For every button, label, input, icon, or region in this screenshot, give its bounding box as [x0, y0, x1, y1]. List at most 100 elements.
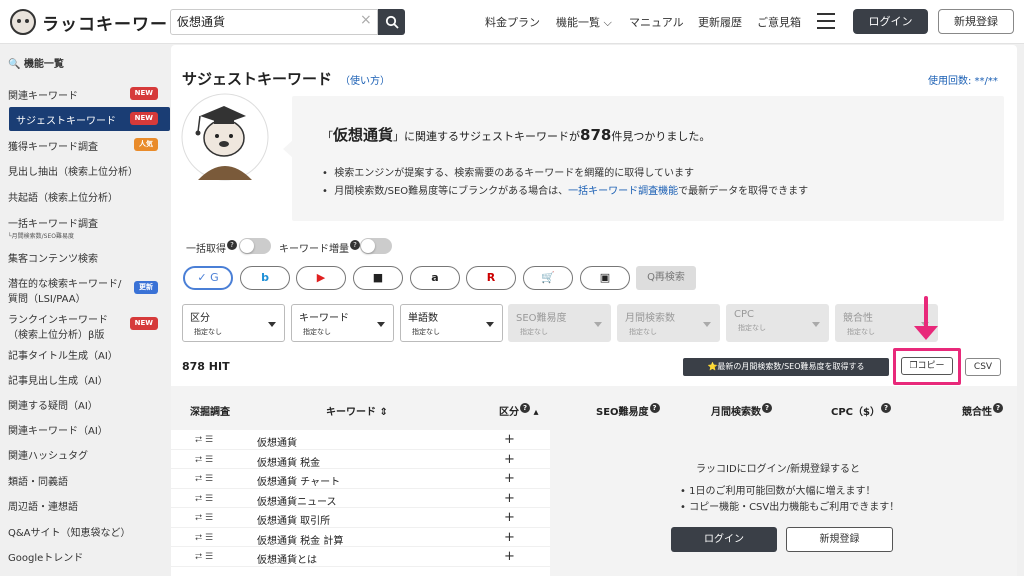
sidebar-item-heading-extract[interactable]: 見出し抽出（検索上位分析） — [0, 163, 170, 178]
research-button[interactable]: Q再検索 — [636, 266, 696, 290]
drill-icon[interactable]: ⮂ ☰ — [195, 552, 213, 562]
drill-icon[interactable]: ⮂ ☰ — [195, 474, 213, 484]
table-row: ⮂ ☰ 仮想通貨とは + — [171, 547, 550, 567]
fetch-latest-data-button[interactable]: ⭐最新の月間検索数/SEO難易度を取得する — [683, 358, 889, 376]
add-icon[interactable]: + — [504, 510, 515, 525]
new-badge: NEW — [129, 317, 158, 330]
sidebar-item-related-keywords[interactable]: 関連キーワード NEW — [0, 87, 170, 102]
drill-icon[interactable]: ⮂ ☰ — [195, 533, 213, 543]
sidebar-item-qa-sites[interactable]: Q&Aサイト（知恵袋など） — [0, 524, 170, 539]
csv-button[interactable]: CSV — [965, 358, 1001, 376]
hamburger-menu-icon[interactable] — [817, 13, 835, 29]
speech-bubble-tail — [283, 140, 293, 158]
col-cpc: CPC（$）? — [831, 403, 891, 418]
search-input[interactable]: 仮想通貨 — [170, 9, 378, 35]
add-icon[interactable]: + — [504, 491, 515, 506]
nav-feedback[interactable]: ご意見箱 — [757, 14, 801, 30]
filter-category[interactable]: 区分 指定なし — [182, 304, 285, 342]
col-competition: 競合性? — [962, 403, 1003, 418]
copy-icon: ❐ — [909, 361, 918, 371]
nav-features[interactable]: 機能一覧 ⌵ — [556, 14, 612, 30]
col-seo-difficulty: SEO難易度? — [596, 403, 660, 418]
otter-mascot-image — [181, 93, 269, 181]
sidebar-item-headings-ai[interactable]: 記事見出し生成（AI） — [0, 372, 170, 387]
table-row: ⮂ ☰ 仮想通貨 税金 計算 + — [171, 528, 550, 547]
bulk-keyword-link[interactable]: 一括キーワード調査機能 — [568, 186, 678, 197]
nav-manual[interactable]: マニュアル — [629, 14, 684, 30]
popular-badge: 人気 — [134, 138, 158, 151]
drill-icon[interactable]: ⮂ ☰ — [195, 435, 213, 445]
new-badge: NEW — [129, 87, 158, 100]
sidebar-item-hashtag[interactable]: 関連ハッシュタグ — [0, 447, 170, 462]
engine-video-button[interactable]: ■ — [353, 266, 403, 290]
sidebar-item-cooccurrence[interactable]: 共起語（検索上位分析） — [0, 189, 170, 204]
filter-cpc: CPC 指定なし — [726, 304, 829, 342]
sidebar-item-google-trends[interactable]: Googleトレンド — [0, 549, 170, 564]
login-button[interactable]: ログイン — [853, 9, 928, 34]
nav-changelog[interactable]: 更新履歴 — [698, 14, 742, 30]
copy-button[interactable]: ❐コピー — [901, 357, 953, 375]
howto-link[interactable]: （使い方） — [340, 72, 390, 87]
sidebar-item-rankin[interactable]: ランクインキーワード （検索上位分析）β版 NEW — [0, 311, 170, 341]
engine-bing-button[interactable]: b — [240, 266, 290, 290]
sidebar-item-associations[interactable]: 周辺語・連想語 — [0, 498, 170, 513]
sidebar-item-suggest-keywords[interactable]: サジェストキーワード NEW — [0, 112, 170, 127]
page-title: サジェストキーワード — [182, 70, 333, 88]
filter-keyword[interactable]: キーワード 指定なし — [291, 304, 394, 342]
logo-text[interactable]: ラッコキーワード — [42, 10, 186, 35]
table-row: ⮂ ☰ 仮想通貨 チャート + — [171, 469, 550, 489]
drill-icon[interactable]: ⮂ ☰ — [195, 494, 213, 504]
nav-pricing[interactable]: 料金プラン — [485, 14, 540, 30]
signup-button[interactable]: 新規登録 — [938, 9, 1014, 34]
engine-image-button[interactable]: ▣ — [580, 266, 630, 290]
sidebar-item-acquired-keywords[interactable]: 獲得キーワード調査 人気 — [0, 138, 170, 153]
annotation-arrow-head — [914, 326, 938, 340]
engine-rakuten-button[interactable]: R — [466, 266, 516, 290]
add-icon[interactable]: + — [504, 452, 515, 467]
usage-count: 使用回数: **/** — [928, 76, 998, 87]
annotation-arrow — [924, 296, 928, 330]
logo-icon[interactable] — [10, 9, 36, 35]
col-monthly-volume: 月間検索数? — [711, 403, 772, 418]
new-badge: NEW — [129, 112, 158, 125]
gate-signup-button[interactable]: 新規登録 — [786, 527, 893, 552]
add-icon[interactable]: + — [504, 471, 515, 486]
hit-count: 878 HIT — [182, 360, 230, 373]
search-icon — [385, 15, 399, 29]
table-row: ⮂ ☰ 仮想通貨 取引所 + — [171, 508, 550, 528]
add-icon[interactable]: + — [504, 432, 515, 447]
clear-icon[interactable]: × — [360, 12, 372, 28]
filter-word-count[interactable]: 単語数 指定なし — [400, 304, 503, 342]
sidebar-item-content-search[interactable]: 集客コンテンツ検索 — [0, 250, 170, 265]
add-icon[interactable]: + — [504, 530, 515, 545]
update-badge: 更新 — [134, 281, 158, 294]
table-row: ⮂ ☰ 仮想通貨 税金 + — [171, 450, 550, 469]
col-deep-dive: 深掘調査 — [190, 407, 230, 418]
filter-monthly-volume: 月間検索数 指定なし — [617, 304, 720, 342]
sidebar-item-questions-ai[interactable]: 関連する疑問（AI） — [0, 397, 170, 412]
keyword-boost-toggle[interactable] — [360, 238, 392, 254]
engine-amazon-button[interactable]: a — [410, 266, 460, 290]
sidebar: 🔍 機能一覧 関連キーワード NEW サジェストキーワード NEW 獲得キーワード調… — [0, 45, 170, 576]
engine-google-button[interactable]: ✓ G — [183, 266, 233, 290]
engine-shopping-button[interactable]: 🛒 — [523, 266, 573, 290]
drill-icon[interactable]: ⮂ ☰ — [195, 455, 213, 465]
info-bullet: • 月間検索数/SEO難易度等にブランクがある場合は、一括キーワード調査機能で最… — [322, 186, 809, 197]
search-button[interactable] — [378, 9, 405, 35]
col-category[interactable]: 区分? ▴ — [499, 403, 539, 418]
sidebar-item-synonyms[interactable]: 類語・同義語 — [0, 473, 170, 488]
sidebar-item-bulk-keyword[interactable]: 一括キーワード調査 └月間検索数/SEO難易度 — [0, 215, 170, 240]
sidebar-item-lsi-paa[interactable]: 潜在的な検索キーワード/質問（LSI/PAA） 更新 — [0, 275, 170, 305]
engine-youtube-button[interactable]: ▶ — [296, 266, 346, 290]
add-icon[interactable]: + — [504, 549, 515, 564]
sidebar-item-title-ai[interactable]: 記事タイトル生成（AI） — [0, 347, 170, 362]
login-gate-text: ラッコIDにログイン/新規登録すると — [696, 464, 861, 475]
gate-login-button[interactable]: ログイン — [671, 527, 777, 552]
sidebar-item-related-ai[interactable]: 関連キーワード（AI） — [0, 422, 170, 437]
bulk-fetch-label: 一括取得? — [186, 240, 237, 255]
col-keyword[interactable]: キーワード ⇕ — [326, 403, 388, 418]
filter-seo-difficulty: SEO難易度 指定なし — [508, 304, 611, 342]
keyword-boost-label: キーワード増量? — [279, 240, 360, 255]
bulk-fetch-toggle[interactable] — [239, 238, 271, 254]
drill-icon[interactable]: ⮂ ☰ — [195, 513, 213, 523]
